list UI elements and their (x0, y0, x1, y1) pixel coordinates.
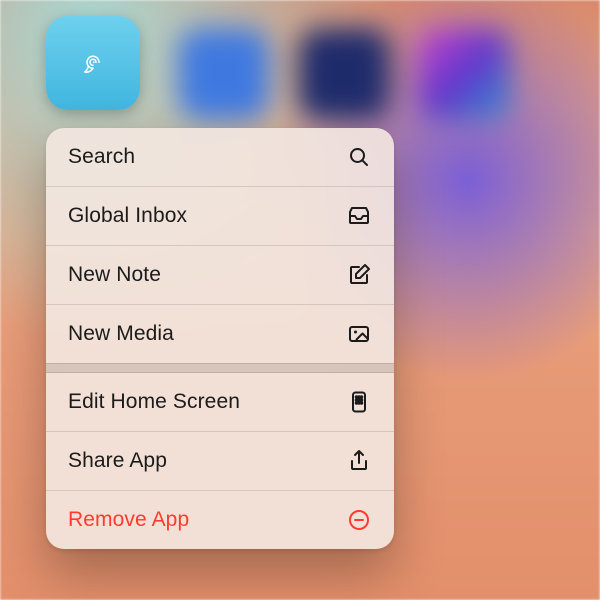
menu-item-global-inbox[interactable]: Global Inbox (46, 186, 394, 245)
blurred-app-icon (178, 28, 270, 120)
menu-item-label: Edit Home Screen (68, 390, 240, 414)
quick-action-menu: Search Global Inbox New Note New Media (46, 128, 394, 549)
menu-separator (46, 363, 394, 373)
menu-item-new-note[interactable]: New Note (46, 245, 394, 304)
blurred-app-icon (298, 28, 390, 120)
menu-item-share-app[interactable]: Share App (46, 431, 394, 490)
menu-item-remove-app[interactable]: Remove App (46, 490, 394, 549)
menu-item-label: Share App (68, 449, 167, 473)
menu-item-label: New Note (68, 263, 161, 287)
compose-icon (346, 262, 372, 288)
menu-item-label: New Media (68, 322, 174, 346)
menu-item-label: Remove App (68, 508, 189, 532)
menu-item-label: Global Inbox (68, 204, 187, 228)
share-icon (346, 448, 372, 474)
menu-item-label: Search (68, 145, 135, 169)
search-icon (346, 144, 372, 170)
app-grid-icon (346, 389, 372, 415)
menu-item-new-media[interactable]: New Media (46, 304, 394, 363)
remove-circle-icon (346, 507, 372, 533)
image-icon (346, 321, 372, 347)
blurred-app-icon (418, 28, 510, 120)
inbox-icon (346, 203, 372, 229)
menu-item-edit-home-screen[interactable]: Edit Home Screen (46, 373, 394, 431)
app-icon[interactable] (46, 16, 140, 110)
spiral-shell-icon (80, 32, 106, 94)
menu-item-search[interactable]: Search (46, 128, 394, 186)
